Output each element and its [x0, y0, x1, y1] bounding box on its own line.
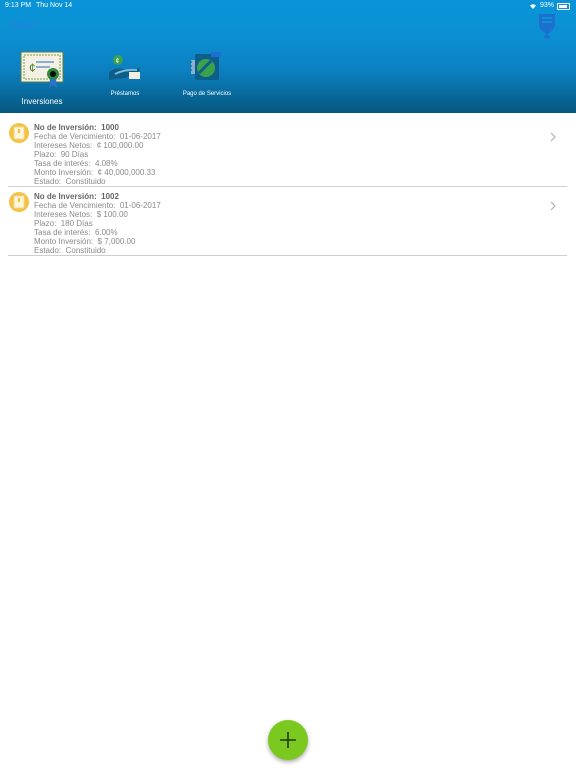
certificate-icon: ¢ [20, 51, 64, 88]
tab-pago-servicios-label: Pago de Servicios [182, 91, 232, 97]
net-interest: Intereses Netos: $ 100.00 [34, 210, 128, 219]
investment-amount: Monto Inversión: $ 7,000.00 [34, 237, 136, 246]
tab-pago-servicios[interactable]: Pago de Servicios [177, 50, 237, 97]
list-item[interactable]: No de Inversión: 1002 Fecha de Vencimien… [8, 187, 567, 256]
tab-prestamos-label: Préstamos [110, 91, 140, 97]
investment-badge-icon [9, 123, 29, 143]
svg-text:¢: ¢ [116, 58, 120, 65]
chevron-right-icon[interactable] [547, 131, 559, 143]
wifi-icon [529, 4, 536, 9]
investment-status: Estado: Constituido [34, 246, 106, 255]
menu-button[interactable]: Menu [11, 20, 36, 31]
net-interest: Intereses Netos: ¢ 100,000.00 [34, 141, 144, 150]
status-right: 93% [529, 0, 570, 12]
interest-rate: Tasa de interés: 4.08% [34, 159, 118, 168]
investment-status: Estado: Constituido [34, 177, 106, 186]
bank-logo-icon [539, 14, 555, 39]
list-item[interactable]: No de Inversión: 1000 Fecha de Vencimien… [8, 118, 567, 187]
svg-text:¢: ¢ [29, 61, 36, 75]
bill-payment-icon [190, 52, 221, 80]
status-date: Thu Nov 14 [36, 2, 73, 9]
app-header: Menu ¢ Inversiones ¢ Préstamos Pago de S… [0, 12, 576, 113]
investment-number: No de Inversión: 1002 [34, 192, 119, 201]
battery-icon [557, 2, 570, 10]
add-investment-button[interactable] [268, 720, 308, 760]
investment-list: No de Inversión: 1000 Fecha de Vencimien… [8, 118, 567, 256]
due-date: Fecha de Vencimiento: 01-06-2017 [34, 201, 161, 210]
chevron-right-icon[interactable] [547, 200, 559, 212]
investment-amount: Monto Inversión: ¢ 40,000,000.33 [34, 168, 156, 177]
battery-percent: 93% [539, 2, 554, 9]
tab-prestamos[interactable]: ¢ Préstamos [100, 50, 150, 97]
tab-inversiones[interactable]: ¢ Inversiones [14, 50, 70, 106]
investment-number: No de Inversión: 1000 [34, 123, 119, 132]
due-date: Fecha de Vencimiento: 01-06-2017 [34, 132, 161, 141]
term: Plazo: 180 Días [34, 219, 93, 228]
plus-icon [280, 732, 296, 748]
investment-details: No de Inversión: 1000 Fecha de Vencimien… [34, 123, 161, 186]
term: Plazo: 90 Días [34, 150, 89, 159]
status-time: 9:13 PM [5, 2, 32, 9]
investment-details: No de Inversión: 1002 Fecha de Vencimien… [34, 192, 161, 255]
tab-inversiones-label: Inversiones [21, 97, 63, 106]
loan-hand-coin-icon: ¢ [109, 55, 140, 80]
investment-badge-icon [9, 192, 29, 212]
interest-rate: Tasa de interés: 6.00% [34, 228, 118, 237]
status-bar: 9:13 PM Thu Nov 14 93% [0, 0, 576, 12]
